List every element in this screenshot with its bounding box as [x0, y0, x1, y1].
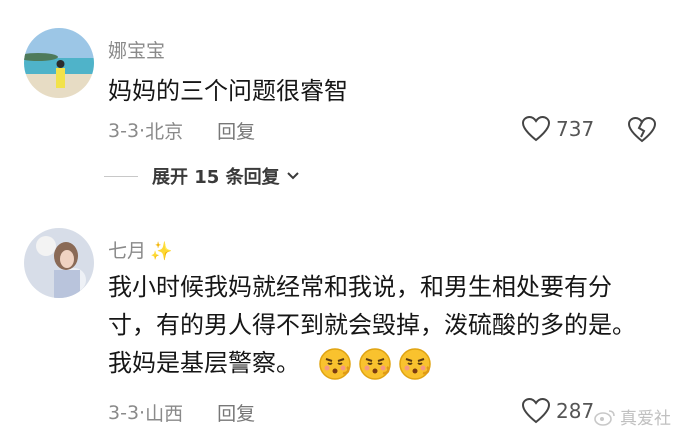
watermark-text: 真爱社 — [620, 409, 671, 429]
like-button[interactable]: 737 — [522, 116, 594, 142]
comment-text: 妈妈的三个问题很睿智 — [108, 77, 348, 105]
like-count: 287 — [556, 399, 595, 423]
comment-meta: 3-3 · 北京 回复 — [108, 117, 255, 144]
avatar[interactable] — [24, 28, 94, 98]
sparkle-icon: ✨ — [150, 241, 173, 262]
like-count: 737 — [556, 117, 595, 141]
chevron-down-icon — [286, 172, 299, 180]
angry-pout-emoji-icon — [358, 348, 391, 380]
reply-button[interactable]: 回复 — [217, 399, 255, 426]
comment-location: 北京 — [145, 121, 184, 143]
comment-date: 3-3 — [108, 119, 140, 142]
heart-icon — [522, 116, 550, 142]
watermark: 真爱社 — [594, 404, 671, 429]
heart-icon — [522, 398, 550, 424]
username[interactable]: 娜宝宝 — [108, 36, 165, 63]
broken-heart-icon — [627, 116, 657, 143]
comment-date: 3-3 — [108, 401, 140, 424]
emoji-group — [318, 347, 432, 381]
angry-pout-emoji-icon — [398, 348, 431, 380]
comment-location: 山西 — [145, 403, 184, 425]
expand-replies-label: 展开 15 条回复 — [152, 167, 280, 188]
dislike-button[interactable] — [627, 116, 657, 147]
angry-pout-emoji-icon — [318, 348, 351, 380]
comment-meta: 3-3 · 山西 回复 — [108, 399, 255, 426]
divider-line — [104, 175, 138, 177]
weibo-logo-icon — [594, 409, 615, 426]
like-button[interactable]: 287 — [522, 398, 594, 424]
reply-button[interactable]: 回复 — [217, 117, 255, 144]
expand-replies-button[interactable]: 展开 15 条回复 — [104, 163, 300, 189]
comment-text: 我小时候我妈就经常和我说，和男生相处要有分 寸，有的男人得不到就会毁掉，泼硫酸的… — [108, 268, 668, 382]
username[interactable]: 七月 ✨ — [108, 236, 172, 263]
avatar[interactable] — [24, 228, 94, 298]
